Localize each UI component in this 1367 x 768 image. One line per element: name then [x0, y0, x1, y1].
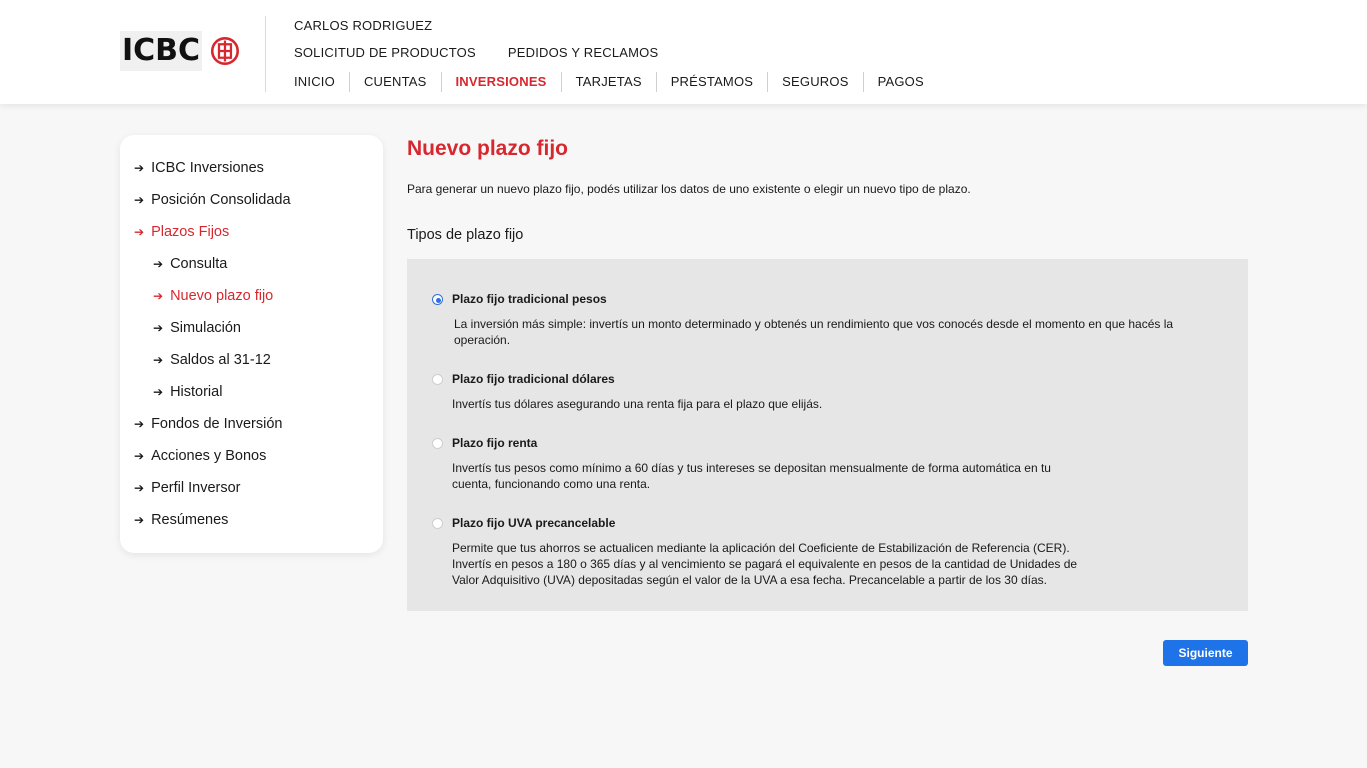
option-desc-line: cuenta, funcionando como una renta. — [452, 477, 651, 491]
next-button[interactable]: Siguiente — [1163, 640, 1248, 666]
sidebar-item-resumenes[interactable]: ➔ Resúmenes — [134, 510, 228, 530]
sidebar-item-nuevo-plazo-fijo[interactable]: ➔ Nuevo plazo fijo — [153, 286, 273, 306]
logo-text: ICBC — [120, 31, 203, 71]
nav-prestamos[interactable]: PRÉSTAMOS — [655, 72, 767, 92]
sidebar-item-perfil[interactable]: ➔ Perfil Inversor — [134, 478, 241, 498]
top-link-pedidos[interactable]: PEDIDOS Y RECLAMOS — [508, 45, 659, 60]
sidebar-item-posicion-consolidada[interactable]: ➔ Posición Consolidada — [134, 190, 291, 210]
option-desc-line: Invertís en pesos a 180 o 365 días y al … — [452, 557, 1078, 571]
option-title: Plazo fijo renta — [452, 436, 538, 450]
sidebar: ➔ ICBC Inversiones ➔ Posición Consolidad… — [120, 135, 383, 553]
radio-uva-precancelable[interactable] — [432, 518, 443, 529]
sidebar-item-historial[interactable]: ➔ Historial — [153, 382, 222, 402]
sidebar-item-label: Simulación — [170, 320, 241, 336]
sidebar-item-fondos[interactable]: ➔ Fondos de Inversión — [134, 414, 282, 434]
option-desc-line: Invertís tus dólares asegurando una rent… — [452, 397, 823, 411]
arrow-right-icon: ➔ — [153, 321, 164, 335]
top-link-solicitud[interactable]: SOLICITUD DE PRODUCTOS — [294, 45, 476, 60]
sidebar-item-plazos-fijos[interactable]: ➔ Plazos Fijos — [134, 222, 229, 242]
sidebar-item-icbc-inversiones[interactable]: ➔ ICBC Inversiones — [134, 158, 264, 178]
arrow-right-icon: ➔ — [153, 289, 164, 303]
sidebar-item-label: Saldos al 31-12 — [170, 352, 271, 368]
option-title: Plazo fijo tradicional dólares — [452, 372, 615, 386]
sidebar-item-saldos[interactable]: ➔ Saldos al 31-12 — [153, 350, 271, 370]
option-desc-line: operación. — [454, 333, 511, 347]
header: ICBC CARLOS RODRIGUEZ SOLICITUD DE PRODU… — [0, 0, 1367, 104]
page-title: Nuevo plazo fijo — [407, 137, 569, 160]
sidebar-item-label: Nuevo plazo fijo — [170, 288, 274, 304]
sidebar-item-label: Plazos Fijos — [151, 224, 230, 240]
nav-seguros[interactable]: SEGUROS — [767, 72, 862, 92]
option-desc-line: La inversión más simple: invertís un mon… — [454, 317, 1174, 331]
icbc-logo[interactable]: ICBC — [120, 30, 240, 72]
option-desc-line: Valor Adquisitivo (UVA) depositadas segú… — [452, 573, 1048, 587]
sidebar-item-label: Consulta — [170, 256, 228, 272]
nav-tarjetas[interactable]: TARJETAS — [560, 72, 656, 92]
sidebar-item-label: Acciones y Bonos — [151, 448, 267, 464]
option-desc-line: Permite que tus ahorros se actualicen me… — [452, 541, 1070, 555]
arrow-right-icon: ➔ — [134, 193, 145, 207]
sidebar-item-label: ICBC Inversiones — [151, 160, 264, 176]
nav-pagos[interactable]: PAGOS — [862, 72, 938, 92]
user-name: CARLOS RODRIGUEZ — [294, 18, 433, 33]
arrow-right-icon: ➔ — [134, 225, 145, 239]
option-title: Plazo fijo tradicional pesos — [452, 292, 607, 306]
arrow-right-icon: ➔ — [134, 161, 145, 175]
sidebar-item-simulacion[interactable]: ➔ Simulación — [153, 318, 241, 338]
options-panel: Plazo fijo tradicional pesos La inversió… — [407, 259, 1248, 611]
arrow-right-icon: ➔ — [134, 481, 145, 495]
icbc-logo-mark-icon — [210, 36, 240, 66]
nav-cuentas[interactable]: CUENTAS — [348, 72, 441, 92]
arrow-right-icon: ➔ — [153, 385, 164, 399]
option-title: Plazo fijo UVA precancelable — [452, 516, 616, 530]
intro-text: Para generar un nuevo plazo fijo, podés … — [407, 182, 971, 196]
radio-tradicional-pesos[interactable] — [432, 294, 443, 305]
radio-renta[interactable] — [432, 438, 443, 449]
sidebar-item-acciones[interactable]: ➔ Acciones y Bonos — [134, 446, 266, 466]
option-desc-line: Invertís tus pesos como mínimo a 60 días… — [452, 461, 1051, 475]
sidebar-item-label: Perfil Inversor — [151, 480, 241, 496]
arrow-right-icon: ➔ — [134, 417, 145, 431]
sidebar-item-label: Fondos de Inversión — [151, 416, 283, 432]
arrow-right-icon: ➔ — [134, 513, 145, 527]
sidebar-item-consulta[interactable]: ➔ Consulta — [153, 254, 227, 274]
section-title: Tipos de plazo fijo — [407, 227, 524, 243]
sidebar-item-label: Historial — [170, 384, 223, 400]
arrow-right-icon: ➔ — [134, 449, 145, 463]
nav-inversiones[interactable]: INVERSIONES — [440, 72, 561, 92]
main-nav: INICIO CUENTAS INVERSIONES TARJETAS PRÉS… — [294, 72, 938, 92]
header-divider — [265, 16, 266, 92]
nav-inicio[interactable]: INICIO — [294, 72, 349, 92]
sidebar-item-label: Resúmenes — [151, 512, 229, 528]
arrow-right-icon: ➔ — [153, 353, 164, 367]
radio-tradicional-dolares[interactable] — [432, 374, 443, 385]
top-links: SOLICITUD DE PRODUCTOS PEDIDOS Y RECLAMO… — [294, 45, 690, 60]
arrow-right-icon: ➔ — [153, 257, 164, 271]
sidebar-item-label: Posición Consolidada — [151, 192, 291, 208]
